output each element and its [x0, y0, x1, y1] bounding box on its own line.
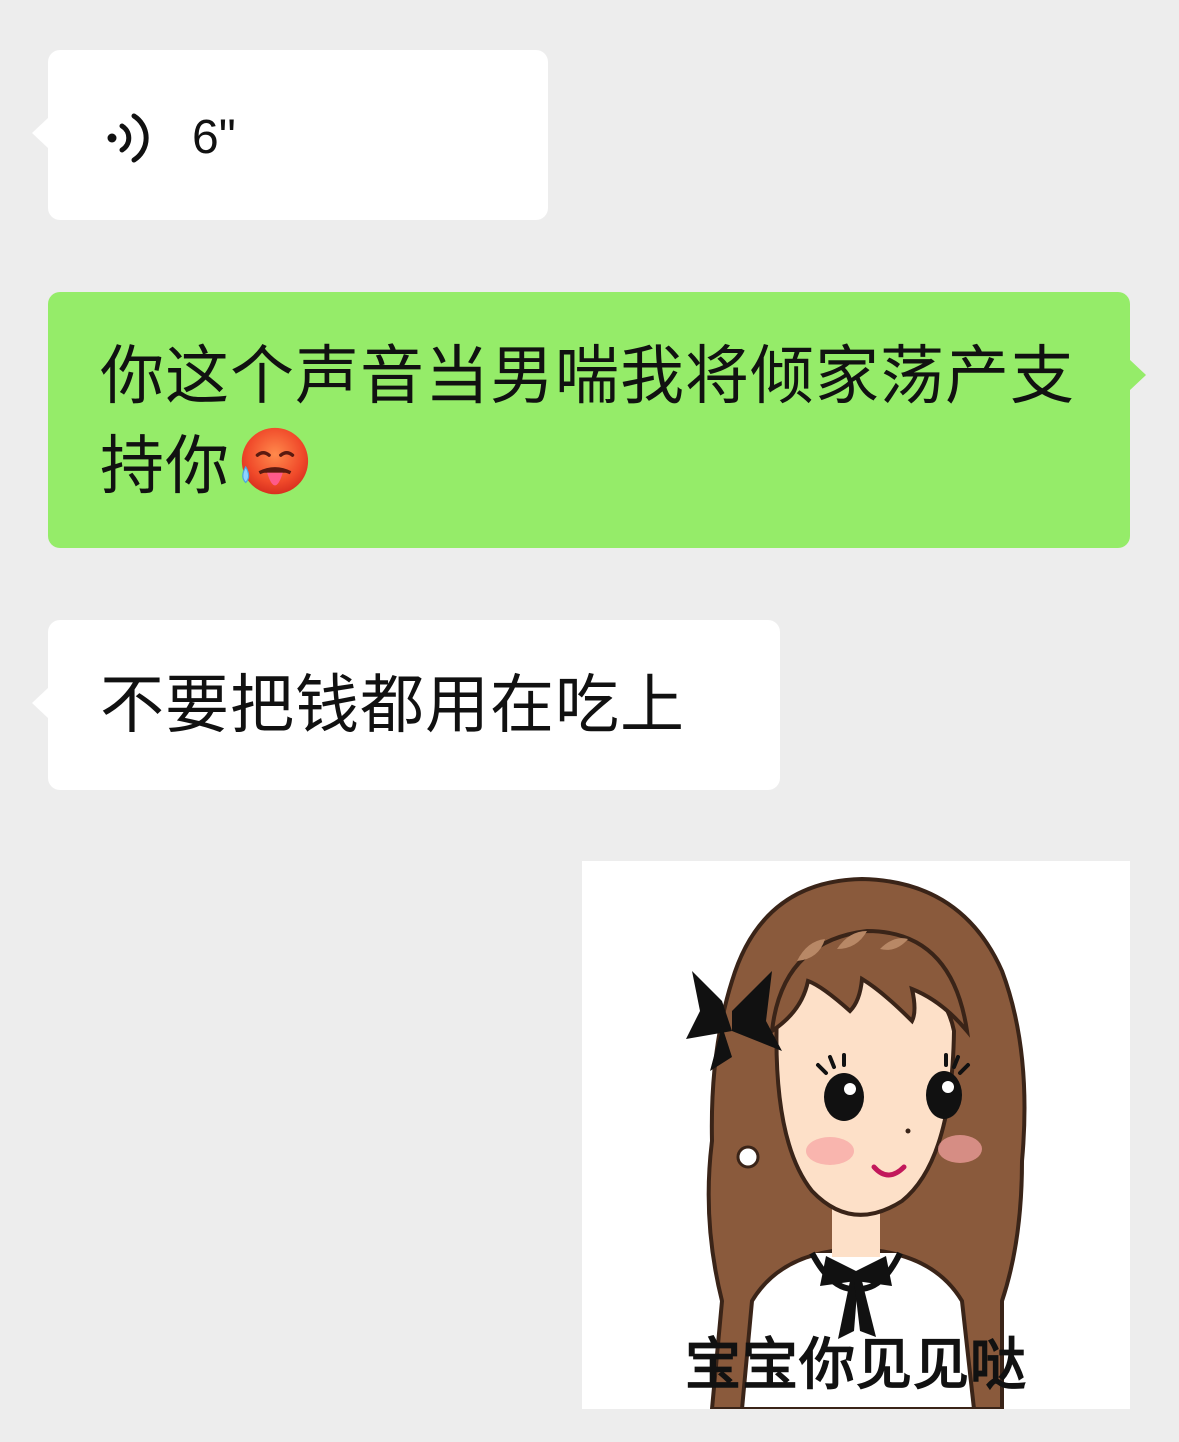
incoming-message-text: 不要把钱都用在吃上: [100, 669, 685, 743]
voice-wave-icon: [107, 113, 149, 163]
bubble-tail: [32, 687, 49, 719]
hot-face-emoji: [241, 427, 309, 495]
sticker-caption: 宝宝你见见哒: [685, 1333, 1027, 1398]
cartoon-girl-illustration: [686, 876, 1027, 1409]
bubble-tail: [32, 117, 49, 149]
sticker-image[interactable]: 宝宝你见见哒: [582, 861, 1130, 1409]
outgoing-message-text: 你这个声音当男喘我将倾家荡产支持你: [100, 332, 1090, 512]
voice-duration: 6": [192, 111, 236, 164]
bubble-tail: [1129, 359, 1146, 391]
